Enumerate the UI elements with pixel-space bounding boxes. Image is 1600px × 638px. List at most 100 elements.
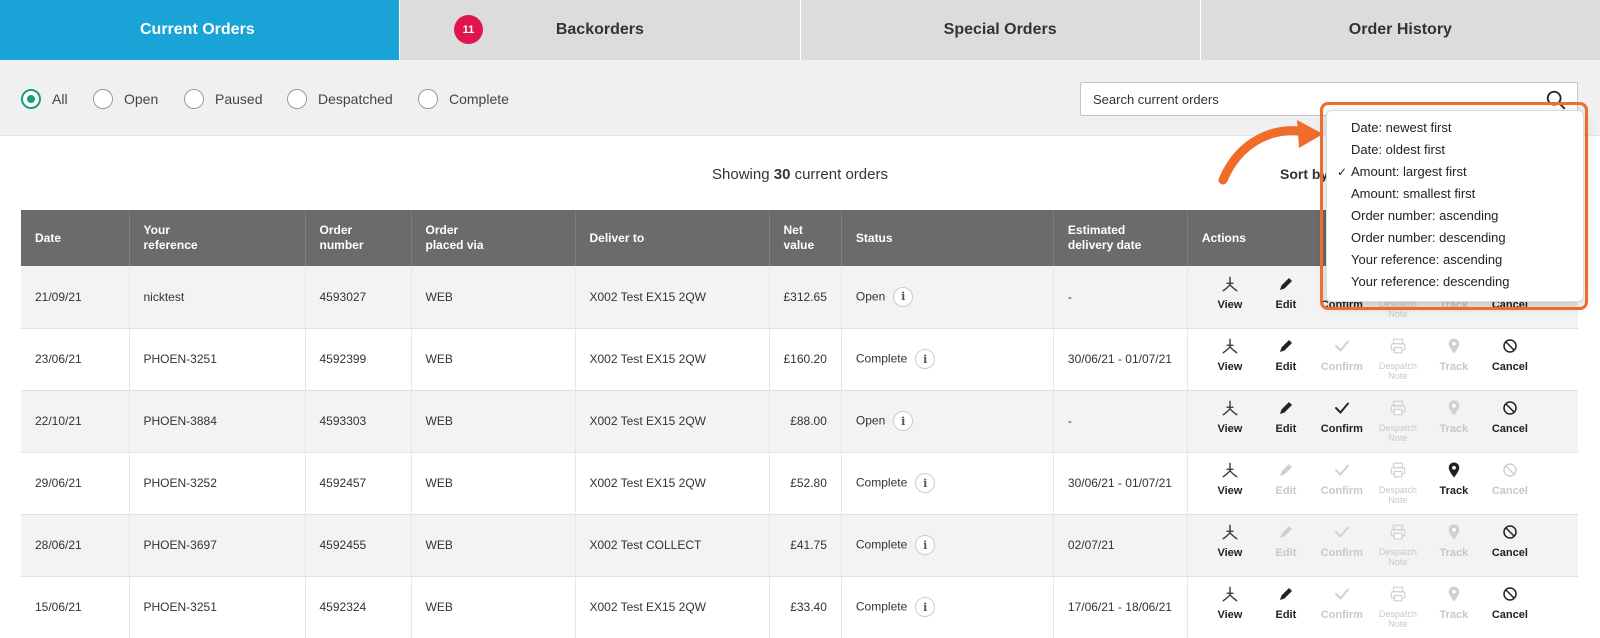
- cancel-action[interactable]: Cancel: [1482, 399, 1538, 443]
- info-icon[interactable]: i: [893, 286, 914, 307]
- despatch-action: Despatch Note: [1370, 461, 1426, 505]
- edit-action[interactable]: Edit: [1258, 337, 1314, 381]
- header-reference: Your reference: [129, 210, 306, 266]
- radio-circle[interactable]: [21, 89, 41, 109]
- info-icon[interactable]: i: [915, 473, 936, 493]
- view-action[interactable]: View: [1202, 275, 1258, 319]
- confirm-action: Confirm: [1314, 337, 1370, 381]
- radio-label: Paused: [215, 91, 263, 107]
- order-tabs: Current Orders 11 Backorders Special Ord…: [0, 0, 1600, 60]
- filter-complete-radio[interactable]: Complete: [418, 89, 509, 109]
- table-row[interactable]: 15/06/21 PHOEN-3251 4592324 WEB X002 Test EX…: [21, 576, 1578, 638]
- edit-action[interactable]: Edit: [1258, 585, 1314, 629]
- info-icon[interactable]: i: [893, 411, 914, 431]
- tab-order-history[interactable]: Order History: [1201, 0, 1600, 60]
- edit-action[interactable]: Edit: [1258, 399, 1314, 443]
- despatch-action: Despatch Note: [1370, 585, 1426, 629]
- checkmark-icon: [1333, 461, 1351, 485]
- track-action[interactable]: Track: [1426, 461, 1482, 505]
- radio-circle[interactable]: [93, 89, 113, 109]
- printer-icon: [1389, 399, 1407, 423]
- action-label: View: [1217, 423, 1243, 435]
- cell-reference: PHOEN-3884: [129, 390, 306, 452]
- cell-placed-via: WEB: [411, 452, 576, 514]
- view-action[interactable]: View: [1202, 399, 1258, 443]
- action-label: Edit: [1275, 298, 1297, 311]
- filter-paused-radio[interactable]: Paused: [184, 89, 262, 109]
- cell-date: 23/06/21: [21, 328, 130, 390]
- view-action[interactable]: View: [1202, 461, 1258, 505]
- filter-despatched-radio[interactable]: Despatched: [287, 89, 393, 109]
- printer-icon: [1389, 337, 1407, 361]
- action-label: View: [1217, 547, 1243, 559]
- header-status: Status: [841, 210, 1054, 266]
- table-row[interactable]: 29/06/21 PHOEN-3252 4592457 WEB X002 Test EX…: [21, 452, 1578, 514]
- cell-net-value: £33.40: [769, 576, 842, 638]
- action-label: Cancel: [1491, 361, 1528, 373]
- view-action[interactable]: View: [1202, 337, 1258, 381]
- action-label: View: [1217, 298, 1243, 311]
- view-action[interactable]: View: [1202, 585, 1258, 629]
- cell-order-number: 4592455: [305, 514, 412, 576]
- tab-label: Current Orders: [140, 21, 255, 38]
- action-label: Track: [1439, 423, 1469, 435]
- info-icon[interactable]: i: [915, 597, 936, 617]
- radio-label: Complete: [449, 91, 509, 107]
- radio-circle[interactable]: [418, 89, 438, 109]
- cancel-icon: [1501, 461, 1519, 485]
- info-icon[interactable]: i: [915, 349, 936, 369]
- action-label: Track: [1439, 609, 1469, 621]
- cell-estimated: 30/06/21 - 01/07/21: [1053, 452, 1188, 514]
- table-row[interactable]: 23/06/21 PHOEN-3251 4592399 WEB X002 Test EX…: [21, 328, 1578, 390]
- cell-deliver-to: X002 Test EX15 2QW: [575, 576, 770, 638]
- radio-circle[interactable]: [184, 89, 204, 109]
- table-row[interactable]: 28/06/21 PHOEN-3697 4592455 WEB X002 Test CO…: [21, 514, 1578, 576]
- edit-action: Edit: [1258, 523, 1314, 567]
- tab-backorders[interactable]: Backorders: [400, 0, 801, 60]
- edit-action[interactable]: Edit: [1258, 275, 1314, 319]
- pencil-icon: [1277, 585, 1295, 609]
- cell-deliver-to: X002 Test EX15 2QW: [575, 452, 770, 514]
- confirm-action: Confirm: [1314, 585, 1370, 629]
- checkmark-icon: [1333, 523, 1351, 547]
- location-pin-icon: [1445, 585, 1463, 609]
- confirm-action: Confirm: [1314, 523, 1370, 567]
- action-label: Edit: [1275, 609, 1297, 621]
- cancel-action[interactable]: Cancel: [1482, 523, 1538, 567]
- cell-status: Open i: [841, 390, 1054, 452]
- view-action[interactable]: View: [1202, 523, 1258, 567]
- cell-reference: PHOEN-3251: [129, 576, 306, 638]
- header-deliver-to: Deliver to: [575, 210, 770, 266]
- table-row[interactable]: 22/10/21 PHOEN-3884 4593303 WEB X002 Test EX…: [21, 390, 1578, 452]
- cancel-icon: [1501, 399, 1519, 423]
- cell-estimated: 02/07/21: [1053, 514, 1188, 576]
- cell-date: 29/06/21: [21, 452, 130, 514]
- action-label: Confirm: [1320, 547, 1363, 559]
- cell-actions: View Edit Confirm Despatch Note Track Can…: [1187, 452, 1578, 514]
- tab-current-orders[interactable]: Current Orders 11: [0, 0, 483, 60]
- edit-action: Edit: [1258, 461, 1314, 505]
- info-icon[interactable]: i: [915, 535, 936, 555]
- cancel-action[interactable]: Cancel: [1482, 585, 1538, 629]
- cell-net-value: £52.80: [769, 452, 842, 514]
- tab-special-orders[interactable]: Special Orders: [801, 0, 1201, 60]
- filter-open-radio[interactable]: Open: [93, 89, 158, 109]
- pdf-icon: [1221, 523, 1239, 547]
- confirm-action[interactable]: Confirm: [1314, 399, 1370, 443]
- filter-all-radio[interactable]: All: [21, 89, 68, 109]
- cell-status: Open i: [841, 266, 1054, 328]
- callout-arrow-icon: [1218, 120, 1323, 185]
- cancel-icon: [1501, 337, 1519, 361]
- cancel-action[interactable]: Cancel: [1482, 337, 1538, 381]
- pdf-icon: [1221, 585, 1239, 609]
- despatch-action: Despatch Note: [1370, 523, 1426, 567]
- location-pin-icon: [1445, 337, 1463, 361]
- action-label: Despatch: [1378, 423, 1417, 433]
- radio-circle[interactable]: [287, 89, 307, 109]
- cell-order-number: 4593027: [305, 266, 412, 328]
- cell-estimated: -: [1053, 390, 1188, 452]
- cell-status: Complete i: [841, 328, 1054, 390]
- cell-actions: View Edit Confirm Despatch Note Track Can…: [1187, 576, 1578, 638]
- action-label: View: [1217, 609, 1243, 621]
- cancel-icon: [1501, 585, 1519, 609]
